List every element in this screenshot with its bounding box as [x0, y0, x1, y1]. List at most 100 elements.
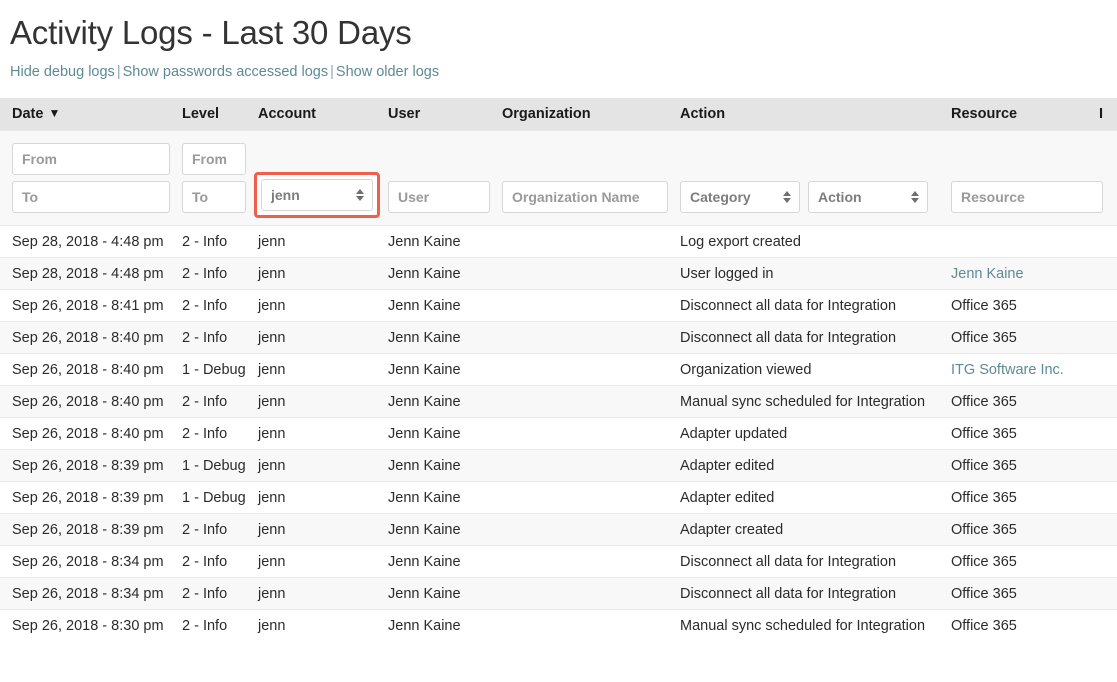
log-cell-resource: Office 365	[945, 610, 1093, 642]
resource-link[interactable]: ITG Software Inc.	[951, 362, 1064, 378]
log-cell-date: Sep 26, 2018 - 8:34 pm	[0, 578, 176, 610]
log-cell-date: Sep 26, 2018 - 8:40 pm	[0, 386, 176, 418]
table-row[interactable]: Sep 26, 2018 - 8:30 pm2 - InfojennJenn K…	[0, 610, 1117, 642]
activity-logs-table-container: Date▼ Level Account User Organization Ac…	[0, 98, 1117, 641]
category-select[interactable]: Category	[680, 181, 800, 213]
log-cell-date: Sep 26, 2018 - 8:40 pm	[0, 354, 176, 386]
log-cell-date: Sep 26, 2018 - 8:41 pm	[0, 290, 176, 322]
filter-cell-action: Category Action	[674, 131, 945, 226]
filter-cell-resource	[945, 131, 1117, 226]
column-header-action[interactable]: Action	[674, 98, 945, 131]
log-cell-organization	[496, 290, 674, 322]
level-to-input[interactable]	[182, 181, 246, 213]
log-cell-ip-address	[1093, 450, 1117, 482]
table-row[interactable]: Sep 26, 2018 - 8:39 pm1 - DebugjennJenn …	[0, 482, 1117, 514]
filter-cell-user	[382, 131, 496, 226]
log-cell-resource: Office 365	[945, 418, 1093, 450]
log-cell-resource: Jenn Kaine	[945, 258, 1093, 290]
account-select[interactable]: jenn	[261, 179, 373, 211]
column-header-level[interactable]: Level	[176, 98, 252, 131]
date-from-input[interactable]	[12, 143, 170, 175]
log-filter-link-bar: Hide debug logs|Show passwords accessed …	[0, 54, 1117, 82]
log-cell-organization	[496, 258, 674, 290]
table-row[interactable]: Sep 26, 2018 - 8:34 pm2 - InfojennJenn K…	[0, 578, 1117, 610]
log-cell-resource: Office 365	[945, 578, 1093, 610]
log-cell-action: Manual sync scheduled for Integration	[674, 610, 945, 642]
show-passwords-accessed-logs-link[interactable]: Show passwords accessed logs	[123, 64, 329, 80]
column-header-account[interactable]: Account	[252, 98, 382, 131]
log-cell-date: Sep 26, 2018 - 8:40 pm	[0, 418, 176, 450]
level-from-input[interactable]	[182, 143, 246, 175]
table-row[interactable]: Sep 26, 2018 - 8:40 pm2 - InfojennJenn K…	[0, 418, 1117, 450]
log-cell-date: Sep 26, 2018 - 8:39 pm	[0, 482, 176, 514]
table-row[interactable]: Sep 26, 2018 - 8:39 pm2 - InfojennJenn K…	[0, 514, 1117, 546]
column-header-ip-address[interactable]: I	[1093, 98, 1117, 131]
log-cell-action: Adapter updated	[674, 418, 945, 450]
table-filter-row: jenn	[0, 131, 1117, 226]
log-cell-account: jenn	[252, 418, 382, 450]
log-cell-user: Jenn Kaine	[382, 450, 496, 482]
log-cell-account: jenn	[252, 450, 382, 482]
log-cell-account: jenn	[252, 322, 382, 354]
log-cell-resource: Office 365	[945, 450, 1093, 482]
hide-debug-logs-link[interactable]: Hide debug logs	[10, 64, 115, 80]
log-cell-date: Sep 26, 2018 - 8:30 pm	[0, 610, 176, 642]
log-cell-action: Disconnect all data for Integration	[674, 290, 945, 322]
organization-filter-input[interactable]	[502, 181, 668, 213]
log-cell-level: 2 - Info	[176, 226, 252, 258]
table-row[interactable]: Sep 26, 2018 - 8:40 pm2 - InfojennJenn K…	[0, 322, 1117, 354]
log-cell-action: Adapter created	[674, 514, 945, 546]
log-cell-organization	[496, 418, 674, 450]
log-cell-action: Manual sync scheduled for Integration	[674, 386, 945, 418]
log-cell-account: jenn	[252, 546, 382, 578]
log-cell-resource	[945, 226, 1093, 258]
log-cell-action: User logged in	[674, 258, 945, 290]
column-header-date[interactable]: Date▼	[0, 98, 176, 131]
table-header-row: Date▼ Level Account User Organization Ac…	[0, 98, 1117, 131]
log-cell-user: Jenn Kaine	[382, 290, 496, 322]
log-cell-level: 1 - Debug	[176, 450, 252, 482]
activity-logs-page: Activity Logs - Last 30 Days Hide debug …	[0, 0, 1117, 682]
filter-cell-account: jenn	[252, 131, 382, 226]
table-row[interactable]: Sep 26, 2018 - 8:34 pm2 - InfojennJenn K…	[0, 546, 1117, 578]
stepper-icon	[911, 191, 919, 203]
activity-logs-table: Date▼ Level Account User Organization Ac…	[0, 98, 1117, 641]
filter-cell-date	[0, 131, 176, 226]
log-cell-organization	[496, 514, 674, 546]
table-row[interactable]: Sep 26, 2018 - 8:39 pm1 - DebugjennJenn …	[0, 450, 1117, 482]
column-header-resource[interactable]: Resource	[945, 98, 1093, 131]
log-cell-user: Jenn Kaine	[382, 418, 496, 450]
category-select-value: Category	[690, 182, 751, 212]
log-cell-organization	[496, 578, 674, 610]
log-cell-user: Jenn Kaine	[382, 258, 496, 290]
resource-link[interactable]: Jenn Kaine	[951, 266, 1024, 282]
log-cell-organization	[496, 226, 674, 258]
table-row[interactable]: Sep 26, 2018 - 8:40 pm1 - DebugjennJenn …	[0, 354, 1117, 386]
table-row[interactable]: Sep 26, 2018 - 8:40 pm2 - InfojennJenn K…	[0, 386, 1117, 418]
date-to-input[interactable]	[12, 181, 170, 213]
log-cell-action: Disconnect all data for Integration	[674, 546, 945, 578]
log-cell-user: Jenn Kaine	[382, 226, 496, 258]
log-cell-date: Sep 26, 2018 - 8:40 pm	[0, 322, 176, 354]
column-header-organization[interactable]: Organization	[496, 98, 674, 131]
account-select-value: jenn	[271, 180, 300, 210]
log-cell-account: jenn	[252, 578, 382, 610]
table-row[interactable]: Sep 28, 2018 - 4:48 pm2 - InfojennJenn K…	[0, 226, 1117, 258]
resource-filter-input[interactable]	[951, 181, 1103, 213]
column-header-user[interactable]: User	[382, 98, 496, 131]
action-select[interactable]: Action	[808, 181, 928, 213]
page-title: Activity Logs - Last 30 Days	[0, 0, 1117, 54]
log-cell-ip-address	[1093, 418, 1117, 450]
log-cell-ip-address	[1093, 354, 1117, 386]
table-row[interactable]: Sep 28, 2018 - 4:48 pm2 - InfojennJenn K…	[0, 258, 1117, 290]
log-cell-ip-address	[1093, 290, 1117, 322]
log-cell-user: Jenn Kaine	[382, 354, 496, 386]
show-older-logs-link[interactable]: Show older logs	[336, 64, 439, 80]
log-cell-action: Log export created	[674, 226, 945, 258]
log-cell-date: Sep 28, 2018 - 4:48 pm	[0, 258, 176, 290]
table-row[interactable]: Sep 26, 2018 - 8:41 pm2 - InfojennJenn K…	[0, 290, 1117, 322]
log-cell-account: jenn	[252, 354, 382, 386]
user-filter-input[interactable]	[388, 181, 490, 213]
filter-cell-organization	[496, 131, 674, 226]
log-cell-resource: ITG Software Inc.	[945, 354, 1093, 386]
